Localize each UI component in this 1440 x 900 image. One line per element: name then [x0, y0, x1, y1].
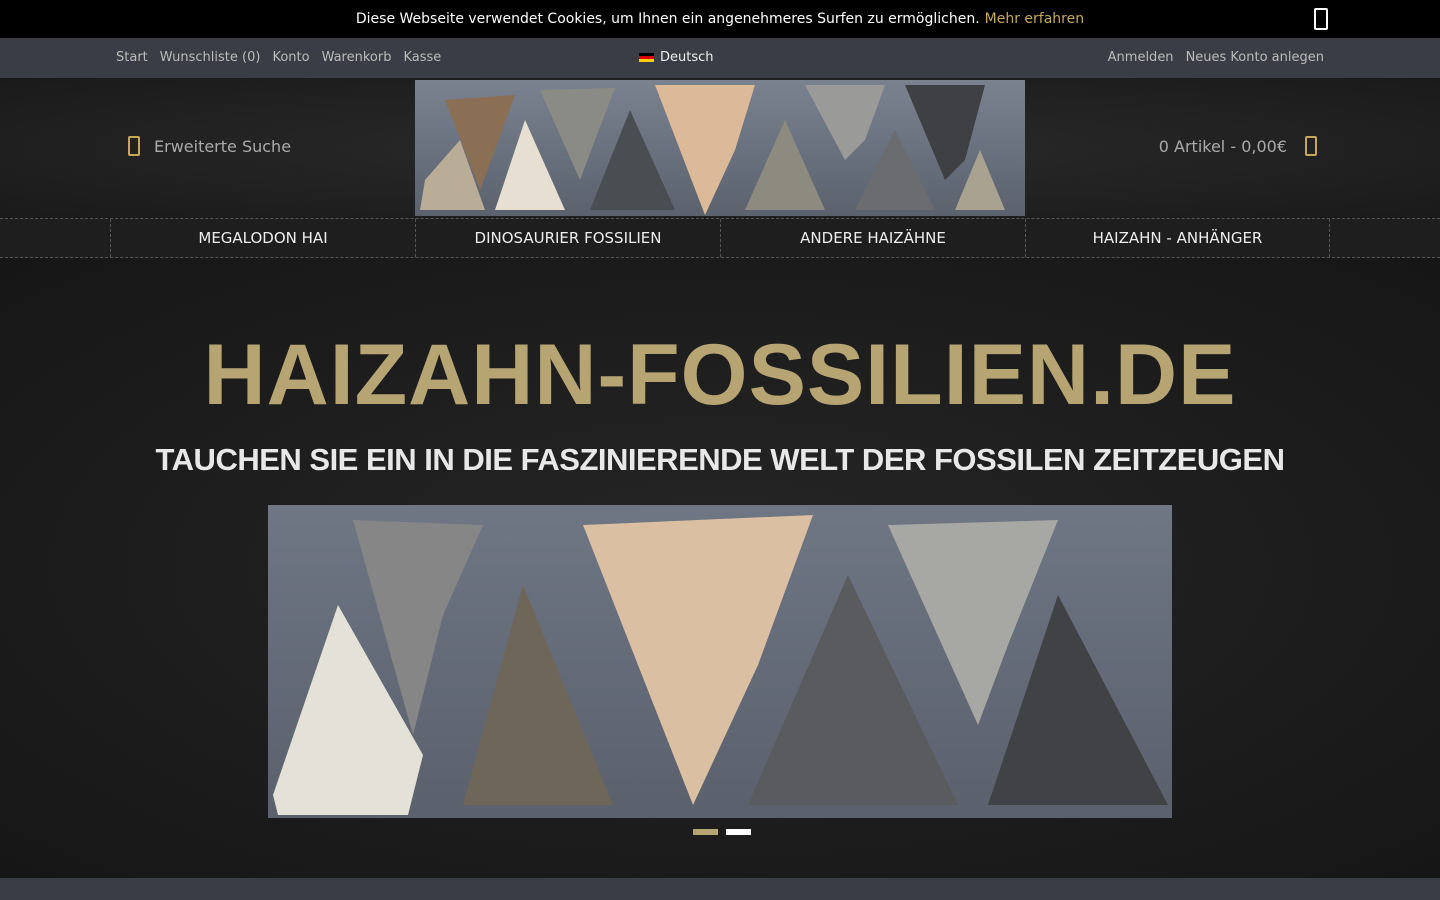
logo-banner[interactable] — [415, 80, 1025, 216]
cart-summary[interactable]: 0 Artikel - 0,00€ — [1159, 136, 1317, 156]
footer-strip — [0, 878, 1440, 900]
top-link-account[interactable]: Konto — [272, 50, 309, 65]
top-bar: Start Wunschliste (0) Konto Warenkorb Ka… — [0, 38, 1440, 78]
german-flag-icon — [639, 52, 654, 63]
language-label: Deutsch — [660, 50, 714, 65]
top-link-checkout[interactable]: Kasse — [403, 50, 441, 65]
nav-item-pendants[interactable]: HAIZAHN - ANHÄNGER — [1025, 219, 1330, 257]
nav-item-megalodon[interactable]: MEGALODON HAI — [110, 219, 415, 257]
header: Erweiterte Suche 0 Artikel - 0,00€ — [0, 78, 1440, 218]
cookie-more-link[interactable]: Mehr erfahren — [985, 11, 1084, 27]
top-links: Start Wunschliste (0) Konto Warenkorb Ka… — [116, 50, 441, 65]
account-links: Anmelden Neues Konto anlegen — [1108, 50, 1324, 65]
slider-dot-2[interactable] — [726, 829, 751, 835]
cart-icon — [1305, 136, 1317, 156]
cookie-bar: Diese Webseite verwendet Cookies, um Ihn… — [0, 0, 1440, 38]
hero-slider[interactable]: HAIZAHN-FOSSILIEN.DE TAUCHEN SIE EIN IN … — [0, 258, 1440, 878]
close-icon[interactable] — [1314, 8, 1328, 30]
main-nav: MEGALODON HAI DINOSAURIER FOSSILIEN ANDE… — [0, 218, 1440, 258]
top-link-cart[interactable]: Warenkorb — [322, 50, 392, 65]
hero-subtitle: TAUCHEN SIE EIN IN DIE FASZINIERENDE WEL… — [155, 442, 1285, 477]
hero-title: HAIZAHN-FOSSILIEN.DE — [203, 327, 1237, 423]
language-selector[interactable]: Deutsch — [639, 50, 714, 65]
slider-dots — [693, 829, 751, 835]
advanced-search-label: Erweiterte Suche — [154, 136, 292, 156]
megalodon-teeth-image — [273, 515, 1168, 815]
top-link-wishlist[interactable]: Wunschliste (0) — [160, 50, 261, 65]
slider-dot-1[interactable] — [693, 829, 718, 835]
nav-item-other-shark-teeth[interactable]: ANDERE HAIZÄHNE — [720, 219, 1025, 257]
shark-teeth-banner-image — [420, 85, 1005, 215]
search-icon — [128, 136, 140, 156]
cookie-text: Diese Webseite verwendet Cookies, um Ihn… — [355, 11, 980, 27]
nav-item-dinosaur-fossils[interactable]: DINOSAURIER FOSSILIEN — [415, 219, 720, 257]
hero-teeth-image — [268, 505, 1172, 818]
top-link-start[interactable]: Start — [116, 50, 148, 65]
register-link[interactable]: Neues Konto anlegen — [1186, 50, 1324, 65]
cart-label: 0 Artikel - 0,00€ — [1158, 136, 1287, 156]
login-link[interactable]: Anmelden — [1108, 50, 1174, 65]
advanced-search-button[interactable]: Erweiterte Suche — [128, 136, 291, 156]
